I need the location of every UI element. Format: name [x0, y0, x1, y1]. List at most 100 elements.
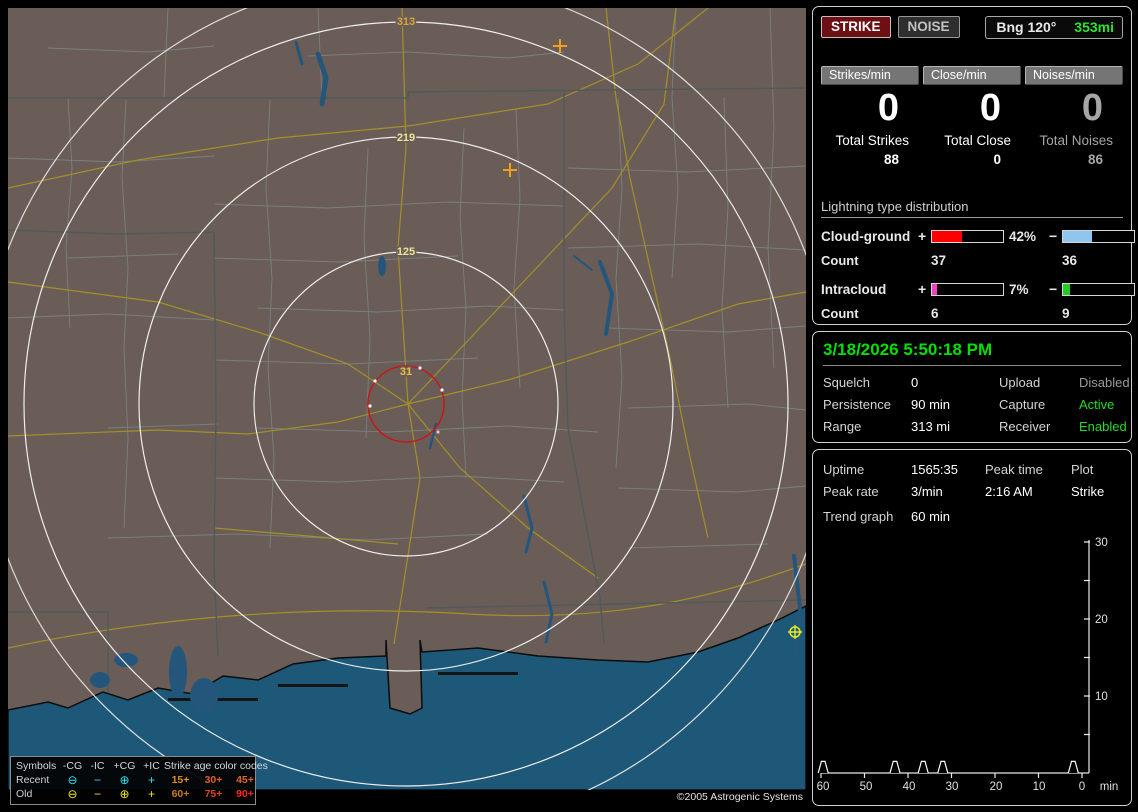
age-code: 15+	[171, 774, 190, 786]
cg-positive-count: 37	[931, 253, 947, 268]
strikes-per-min-button[interactable]: Strikes/min	[821, 66, 919, 85]
trend-peak	[917, 760, 929, 774]
lightning-distribution: Lightning type distribution Cloud-ground…	[821, 199, 1135, 321]
bearing-readout: Bng 120° 353mi	[985, 16, 1123, 39]
bar-fill	[1063, 230, 1093, 242]
legend-old-label: Old	[16, 788, 33, 800]
trend-peak	[937, 760, 949, 774]
count-label: Count	[821, 306, 859, 321]
svg-text:60: 60	[817, 781, 830, 793]
bar-fill	[932, 230, 962, 242]
svg-text:31: 31	[400, 366, 412, 378]
trend-data-peaks	[817, 760, 1079, 774]
intracloud-label: Intracloud	[821, 281, 887, 297]
svg-text:0: 0	[1079, 781, 1085, 793]
circled-minus-icon: ⊖	[67, 786, 78, 801]
noises-column: Noises/min 0 Total Noises 86	[1025, 66, 1123, 167]
cg-negative-bar	[1062, 229, 1135, 243]
upload-status: Disabled	[1079, 375, 1130, 390]
legend-col-pcg: +CG	[113, 759, 136, 772]
svg-text:30: 30	[1095, 537, 1108, 549]
cg-positive-pct: 42%	[1009, 228, 1037, 244]
peak-time-label: Peak time	[985, 462, 1043, 477]
ic-positive-bar	[931, 282, 1004, 296]
cg-positive-bar	[931, 229, 1004, 243]
circled-plus-icon: ⊕	[119, 772, 130, 787]
peak-rate-value: 3/min	[911, 484, 943, 499]
plot-value: Strike	[1071, 484, 1105, 499]
bearing-value: Bng 120°	[996, 19, 1057, 35]
count-label: Count	[821, 253, 859, 268]
peak-time-value: 2:16 AM	[985, 484, 1033, 499]
map-panel: 313 219 125 31 ©2005 Astrogenic Systems …	[8, 8, 806, 805]
status-panel: 3/18/2026 5:50:18 PM Squelch 0 Upload Di…	[812, 331, 1132, 443]
total-strikes-value: 88	[883, 152, 899, 167]
age-code: 30+	[204, 774, 223, 786]
range-value: 313 mi	[911, 419, 951, 434]
svg-text:313: 313	[397, 16, 415, 28]
uptime-label: Uptime	[823, 462, 865, 477]
legend-symbols-header: Symbols	[16, 760, 57, 772]
total-strikes-label: Total Strikes	[835, 133, 909, 148]
circled-plus-icon: ⊕	[119, 786, 130, 801]
persistence-label: Persistence	[823, 397, 891, 412]
age-code: 45+	[236, 774, 254, 786]
receiver-status: Enabled	[1079, 419, 1127, 434]
map-canvas[interactable]: 313 219 125 31	[8, 8, 806, 790]
noise-toggle-button[interactable]: NOISE	[897, 16, 960, 38]
close-rate-value: 0	[979, 87, 1001, 129]
distribution-title: Lightning type distribution	[821, 199, 1123, 218]
svg-text:125: 125	[397, 246, 415, 258]
plot-label: Plot	[1071, 462, 1094, 477]
plus-icon: +	[147, 786, 155, 801]
noises-per-min-button[interactable]: Noises/min	[1025, 66, 1123, 85]
trend-x-labels: 60 50 40 30 20 10 0 min	[817, 781, 1119, 793]
svg-text:10: 10	[1095, 691, 1108, 703]
strike-toggle-button[interactable]: STRIKE	[821, 16, 891, 38]
age-code: 60+	[171, 788, 190, 800]
strikes-rate-value: 0	[877, 87, 899, 129]
receiver-label: Receiver	[999, 419, 1051, 434]
circled-minus-icon: ⊖	[67, 772, 78, 787]
range-label: Range	[823, 419, 862, 434]
ic-positive-count: 6	[931, 306, 939, 321]
age-code: 90+	[236, 788, 254, 800]
svg-text:50: 50	[860, 781, 873, 793]
total-close-value: 0	[993, 152, 1001, 167]
svg-text:min: min	[1100, 781, 1119, 793]
plus-sign: +	[918, 281, 927, 297]
app-window: { "header": { "strike_button": "STRIKE",…	[0, 0, 1138, 812]
bar-fill	[1063, 283, 1071, 295]
noises-rate-value: 0	[1081, 87, 1103, 129]
squelch-label: Squelch	[823, 375, 870, 390]
trend-peak	[817, 760, 829, 774]
plus-sign: +	[918, 228, 927, 244]
ic-positive-pct: 7%	[1009, 281, 1029, 297]
svg-text:40: 40	[903, 781, 916, 793]
minus-sign: −	[1049, 281, 1058, 297]
peak-rate-label: Peak rate	[823, 484, 879, 499]
strikes-column: Strikes/min 0 Total Strikes 88	[821, 66, 919, 167]
datetime-display: 3/18/2026 5:50:18 PM	[823, 340, 1121, 366]
trend-graph: 30 20 10 60 50 40 30 20 10 0 min	[817, 537, 1119, 793]
svg-text:20: 20	[990, 781, 1003, 793]
svg-text:20: 20	[1095, 614, 1108, 626]
legend-col-ncg: -CG	[62, 759, 83, 772]
cloud-ground-label: Cloud-ground	[821, 228, 911, 244]
trend-y-labels: 30 20 10	[1095, 537, 1108, 703]
minus-icon: −	[93, 786, 101, 801]
total-noises-label: Total Noises	[1039, 133, 1113, 148]
svg-text:219: 219	[397, 132, 415, 144]
minus-sign: −	[1049, 228, 1058, 244]
persistence-value: 90 min	[911, 397, 951, 412]
trend-graph-value: 60 min	[911, 509, 951, 524]
close-column: Close/min 0 Total Close 0	[923, 66, 1021, 167]
total-noises-value: 86	[1087, 152, 1103, 167]
cg-negative-count: 36	[1062, 253, 1078, 268]
close-per-min-button[interactable]: Close/min	[923, 66, 1021, 85]
legend-age-header: Strike age color codes	[164, 760, 268, 772]
legend-recent-label: Recent	[16, 774, 50, 786]
upload-label: Upload	[999, 375, 1041, 390]
svg-text:30: 30	[946, 781, 959, 793]
minus-icon: −	[93, 772, 101, 787]
